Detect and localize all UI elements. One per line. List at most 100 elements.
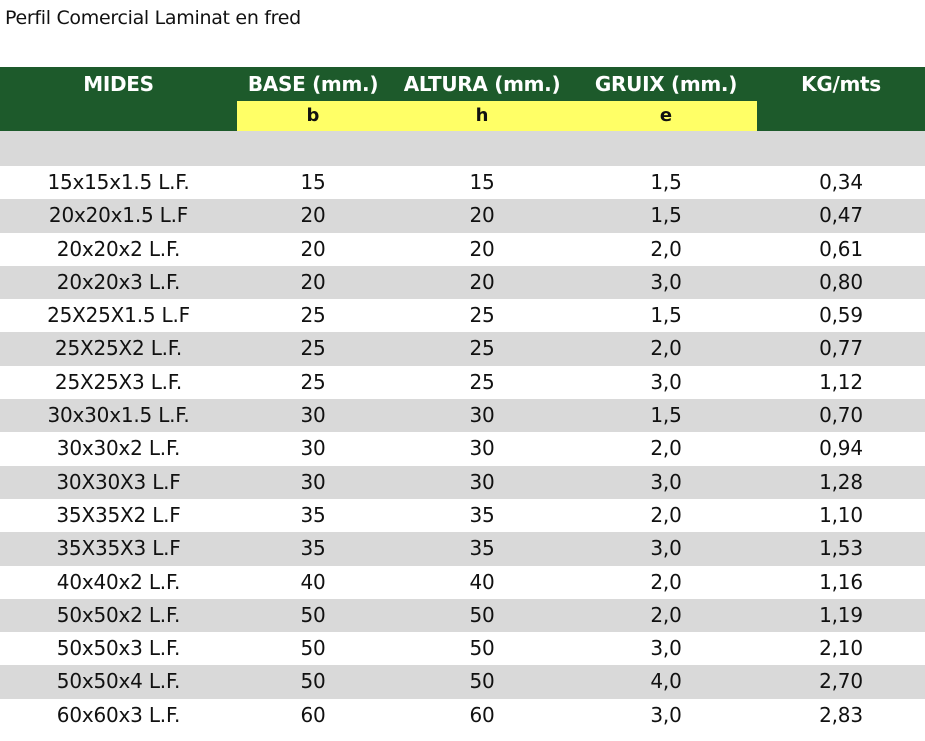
empty-separator-row — [0, 131, 925, 166]
table-row: 20x20x2 L.F. 20 20 2,0 0,61 — [0, 233, 925, 266]
cell-mides: 25X25X3 L.F. — [54, 369, 183, 394]
table-row: 30x30x2 L.F. 30 30 2,0 0,94 — [0, 432, 925, 465]
column-header-gruix: GRUIX (mm.) — [594, 72, 738, 96]
cell-gruix: 1,5 — [650, 303, 682, 328]
cell-kg-mts: 0,61 — [819, 236, 863, 261]
table-row: 20x20x1.5 L.F 20 20 1,5 0,47 — [0, 199, 925, 233]
cell-gruix: 2,0 — [650, 569, 682, 594]
cell-base: 40 — [300, 569, 326, 594]
column-header-base: BASE (mm.) — [247, 72, 379, 96]
cell-base: 35 — [300, 536, 326, 561]
cell-mides: 50x50x2 L.F. — [56, 602, 181, 627]
table-row: 50x50x2 L.F. 50 50 2,0 1,19 — [0, 598, 925, 633]
table-row: 30x30x1.5 L.F. 30 30 1,5 0,70 — [0, 399, 925, 433]
table-row: 40x40x2 L.F. 40 40 2,0 1,16 — [0, 566, 925, 599]
table-row: 15x15x1.5 L.F. 15 15 1,5 0,34 — [0, 166, 925, 199]
table-row: 50x50x3 L.F. 50 50 3,0 2,10 — [0, 632, 925, 665]
cell-mides: 20x20x1.5 L.F — [48, 203, 189, 228]
cell-gruix: 3,0 — [650, 702, 682, 727]
table-row: 35X35X3 L.F 35 35 3,0 1,53 — [0, 532, 925, 566]
cell-kg-mts: 0,70 — [819, 403, 863, 428]
cell-mides: 35X35X2 L.F — [56, 502, 181, 527]
cell-base: 20 — [300, 203, 326, 228]
cell-gruix: 3,0 — [650, 469, 682, 494]
cell-gruix: 2,0 — [650, 336, 682, 361]
cell-kg-mts: 1,53 — [819, 536, 863, 561]
cell-base: 50 — [300, 636, 326, 661]
cell-gruix: 1,5 — [650, 170, 682, 194]
cell-altura: 50 — [469, 669, 495, 694]
cell-mides: 40x40x2 L.F. — [56, 569, 181, 594]
cell-kg-mts: 1,12 — [819, 369, 863, 394]
table-row: 30X30X3 L.F 30 30 3,0 1,28 — [0, 465, 925, 499]
cell-base: 25 — [300, 369, 326, 394]
table-row: 35X35X2 L.F 35 35 2,0 1,10 — [0, 499, 925, 532]
cell-kg-mts: 0,94 — [819, 436, 863, 461]
cell-altura: 35 — [469, 536, 495, 561]
cell-gruix: 2,0 — [650, 602, 682, 627]
cell-base: 35 — [300, 502, 326, 527]
column-header-mides: MIDES — [83, 72, 154, 96]
cell-altura: 50 — [469, 636, 495, 661]
cell-altura: 35 — [469, 502, 495, 527]
cell-base: 60 — [300, 702, 326, 727]
cell-kg-mts: 2,10 — [819, 636, 863, 661]
table-row: 60x60x3 L.F. 60 60 3,0 2,83 — [0, 699, 925, 732]
table-row: 25X25X1.5 L.F 25 25 1,5 0,59 — [0, 299, 925, 332]
cell-gruix: 2,0 — [650, 236, 682, 261]
symbol-h: h — [475, 105, 489, 126]
cell-mides: 25X25X2 L.F. — [54, 336, 183, 361]
cell-mides: 30X30X3 L.F — [56, 469, 181, 494]
table-body: 15x15x1.5 L.F. 15 15 1,5 0,34 20x20x1.5 L.F 20… — [0, 166, 925, 732]
cell-altura: 60 — [469, 702, 495, 727]
cell-mides: 20x20x3 L.F. — [56, 269, 181, 294]
cell-kg-mts: 0,47 — [819, 203, 863, 228]
cell-gruix: 3,0 — [650, 269, 682, 294]
cell-mides: 30x30x1.5 L.F. — [47, 403, 190, 428]
symbol-b: b — [306, 105, 320, 126]
document-title: Perfil Comercial Laminat en fred — [5, 7, 301, 29]
table-row: 50x50x4 L.F. 50 50 4,0 2,70 — [0, 665, 925, 699]
cell-kg-mts: 1,10 — [819, 502, 863, 527]
cell-altura: 25 — [469, 336, 495, 361]
cell-mides: 60x60x3 L.F. — [56, 702, 181, 727]
table-row: 25X25X3 L.F. 25 25 3,0 1,12 — [0, 366, 925, 399]
cell-base: 30 — [300, 403, 326, 428]
cell-base: 50 — [300, 669, 326, 694]
cell-base: 15 — [300, 170, 326, 194]
cell-kg-mts: 1,16 — [819, 569, 863, 594]
cell-base: 25 — [300, 303, 326, 328]
cell-kg-mts: 2,83 — [819, 702, 863, 727]
cell-base: 30 — [300, 436, 326, 461]
cell-mides: 30x30x2 L.F. — [56, 436, 181, 461]
table-row: 20x20x3 L.F. 20 20 3,0 0,80 — [0, 265, 925, 300]
table-row: 25X25X2 L.F. 25 25 2,0 0,77 — [0, 332, 925, 366]
cell-gruix: 1,5 — [650, 203, 682, 228]
cell-mides: 50x50x4 L.F. — [56, 669, 181, 694]
cell-kg-mts: 0,34 — [819, 170, 863, 194]
cell-base: 50 — [300, 602, 326, 627]
cell-base: 20 — [300, 269, 326, 294]
cell-base: 20 — [300, 236, 326, 261]
cell-altura: 20 — [469, 236, 495, 261]
cell-altura: 15 — [469, 170, 495, 194]
cell-altura: 25 — [469, 303, 495, 328]
cell-altura: 30 — [469, 436, 495, 461]
cell-altura: 40 — [469, 569, 495, 594]
cell-gruix: 3,0 — [650, 369, 682, 394]
cell-mides: 25X25X1.5 L.F — [47, 303, 190, 328]
cell-gruix: 3,0 — [650, 536, 682, 561]
cell-kg-mts: 0,59 — [819, 303, 863, 328]
cell-mides: 50x50x3 L.F. — [56, 636, 181, 661]
cell-gruix: 3,0 — [650, 636, 682, 661]
cell-kg-mts: 1,28 — [819, 469, 863, 494]
cell-base: 30 — [300, 469, 326, 494]
cell-altura: 20 — [469, 269, 495, 294]
column-header-kg-mts: KG/mts — [801, 72, 881, 96]
cell-gruix: 1,5 — [650, 403, 682, 428]
cell-kg-mts: 2,70 — [819, 669, 863, 694]
cell-mides: 20x20x2 L.F. — [56, 236, 181, 261]
cell-kg-mts: 1,19 — [819, 602, 863, 627]
cell-altura: 30 — [469, 403, 495, 428]
cell-gruix: 2,0 — [650, 502, 682, 527]
